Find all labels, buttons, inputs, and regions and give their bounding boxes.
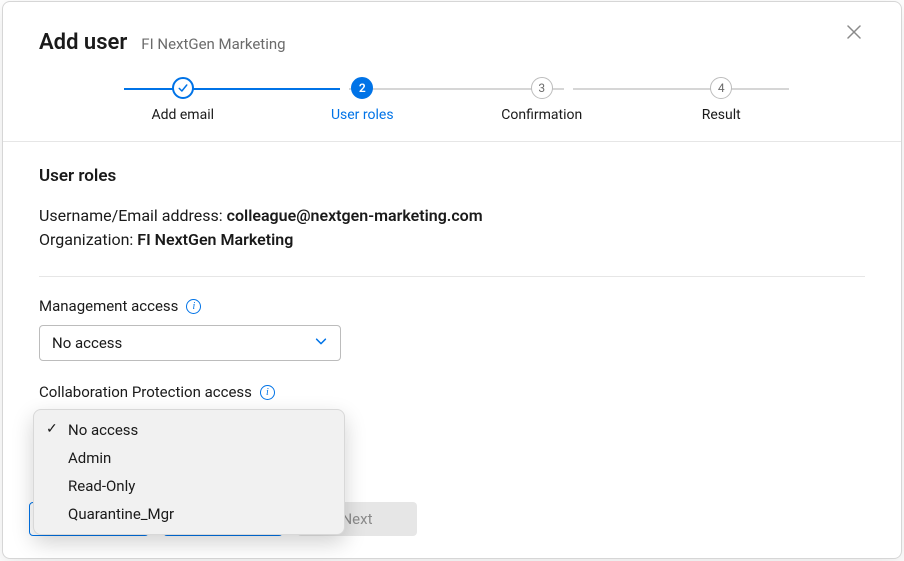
dropdown-option-admin[interactable]: Admin: [34, 444, 344, 472]
collab-access-field: Collaboration Protection access i No acc…: [39, 383, 865, 401]
management-access-value: No access: [52, 334, 122, 352]
step-add-email[interactable]: Add email: [93, 77, 273, 123]
dropdown-option-no-access[interactable]: No access: [34, 416, 344, 444]
step-user-roles[interactable]: 2 User roles: [273, 77, 453, 123]
info-icon[interactable]: i: [260, 385, 275, 400]
wizard-stepper: Add email 2 User roles 3 Confirmation 4 …: [3, 71, 901, 141]
modal-subtitle: FI NextGen Marketing: [141, 35, 285, 53]
chevron-down-icon: [314, 334, 328, 352]
step-confirmation[interactable]: 3 Confirmation: [452, 77, 632, 123]
modal-title: Add user: [39, 30, 127, 55]
username-value: colleague@nextgen-marketing.com: [227, 206, 483, 225]
organization-label: Organization:: [39, 230, 137, 249]
step-result[interactable]: 4 Result: [632, 77, 812, 123]
modal-header: Add user FI NextGen Marketing: [3, 2, 901, 71]
modal-content: User roles Username/Email address: colle…: [3, 141, 901, 486]
dropdown-option-read-only[interactable]: Read-Only: [34, 472, 344, 500]
add-user-modal: Add user FI NextGen Marketing Add email …: [2, 1, 902, 559]
info-icon[interactable]: i: [186, 299, 201, 314]
close-icon[interactable]: [843, 21, 865, 47]
section-title: User roles: [39, 166, 865, 186]
management-access-select[interactable]: No access: [39, 325, 341, 361]
modal-title-group: Add user FI NextGen Marketing: [39, 30, 286, 55]
management-access-label: Management access: [39, 297, 178, 315]
organization-value: FI NextGen Marketing: [137, 230, 293, 249]
check-icon: [172, 77, 194, 99]
username-line: Username/Email address: colleague@nextge…: [39, 204, 865, 228]
step-label: Confirmation: [501, 107, 582, 123]
step-label: Result: [702, 107, 741, 123]
step-label: Add email: [151, 107, 214, 123]
divider: [39, 276, 865, 277]
dropdown-option-quarantine-mgr[interactable]: Quarantine_Mgr: [34, 500, 344, 528]
collab-access-dropdown: No access Admin Read-Only Quarantine_Mgr: [33, 409, 345, 535]
organization-line: Organization: FI NextGen Marketing: [39, 228, 865, 252]
step-label: User roles: [331, 107, 394, 123]
step-number: 4: [710, 77, 732, 99]
management-access-field: Management access i No access: [39, 297, 865, 361]
collab-access-label: Collaboration Protection access: [39, 383, 252, 401]
step-number: 3: [531, 77, 553, 99]
step-number: 2: [351, 77, 373, 99]
username-label: Username/Email address:: [39, 206, 227, 225]
